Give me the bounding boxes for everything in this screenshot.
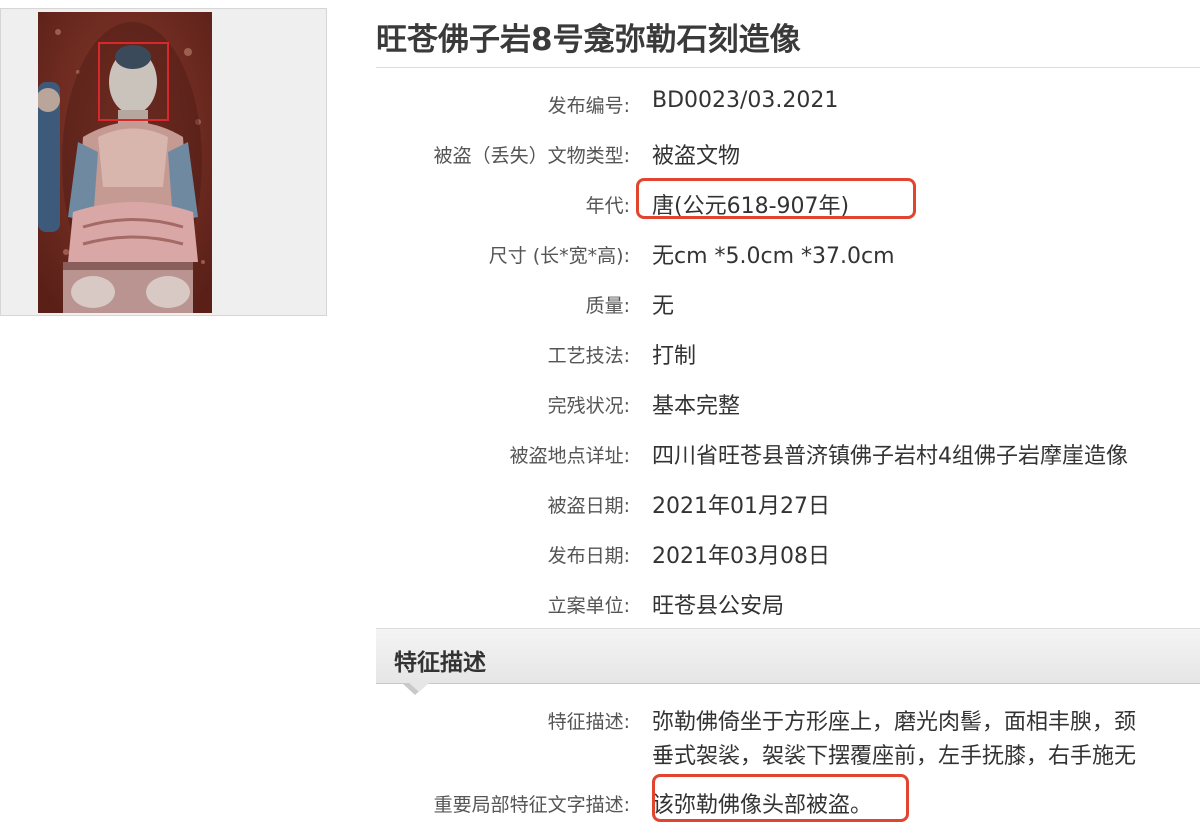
field-value: 四川省旺苍县普济镇佛子岩村4组佛子岩摩崖造像 <box>652 444 1128 469</box>
description-line: 弥勒佛倚坐于方形座上，磨光肉髻，面相丰腴，颈 <box>652 710 1137 735</box>
field-label: 发布日期: <box>547 545 630 567</box>
field-theft-date: 被盗日期: 2021年01月27日 <box>376 488 1200 519</box>
section-title: 特征描述 <box>394 650 486 676</box>
field-label: 完残状况: <box>547 395 630 417</box>
field-label: 工艺技法: <box>547 345 630 367</box>
field-label: 被盗地点详址: <box>509 445 630 467</box>
field-value: 2021年03月08日 <box>652 544 830 569</box>
description-line: 垂式袈裟，袈裟下摆覆座前，左手抚膝，右手施无 <box>652 744 1137 769</box>
field-mass: 质量: 无 <box>376 288 1200 319</box>
field-value: 旺苍县公安局 <box>652 594 785 619</box>
section-pointer-fill <box>408 682 430 692</box>
artifact-photo[interactable] <box>38 12 212 313</box>
era-highlight-box <box>636 178 916 219</box>
field-relic-type: 被盗（丢失）文物类型: 被盗文物 <box>376 138 1200 169</box>
field-value: BD0023/03.2021 <box>652 88 839 113</box>
key-feature-highlight-box <box>652 774 909 822</box>
section-header: 特征描述 <box>376 628 1200 684</box>
field-dimensions: 尺寸 (长*宽*高): 无cm *5.0cm *37.0cm <box>376 238 1200 269</box>
field-label: 重要局部特征文字描述: <box>433 794 630 816</box>
field-value: 2021年01月27日 <box>652 494 830 519</box>
artifact-photo-frame <box>0 8 327 316</box>
face-highlight-box <box>98 42 169 121</box>
field-value: 被盗文物 <box>652 144 741 169</box>
field-label: 特征描述: <box>547 711 630 733</box>
field-technique: 工艺技法: 打制 <box>376 338 1200 369</box>
title-divider <box>376 67 1200 68</box>
field-label: 年代: <box>585 195 630 217</box>
field-label: 被盗日期: <box>547 495 630 517</box>
field-condition: 完残状况: 基本完整 <box>376 388 1200 419</box>
field-release-number: 发布编号: BD0023/03.2021 <box>376 88 1200 118</box>
field-label: 立案单位: <box>547 595 630 617</box>
field-value: 无 <box>652 294 675 319</box>
field-release-date: 发布日期: 2021年03月08日 <box>376 538 1200 569</box>
field-label: 发布编号: <box>547 95 630 117</box>
field-filing-unit: 立案单位: 旺苍县公安局 <box>376 588 1200 619</box>
field-label: 质量: <box>585 295 630 317</box>
field-theft-location: 被盗地点详址: 四川省旺苍县普济镇佛子岩村4组佛子岩摩崖造像 <box>376 438 1200 469</box>
field-value: 基本完整 <box>652 394 741 419</box>
field-label: 尺寸 (长*宽*高): <box>488 245 630 267</box>
field-label: 被盗（丢失）文物类型: <box>433 145 630 167</box>
field-value: 无cm *5.0cm *37.0cm <box>652 244 895 269</box>
field-value: 打制 <box>652 344 697 369</box>
page-title: 旺苍佛子岩8号龛弥勒石刻造像 <box>376 22 801 58</box>
